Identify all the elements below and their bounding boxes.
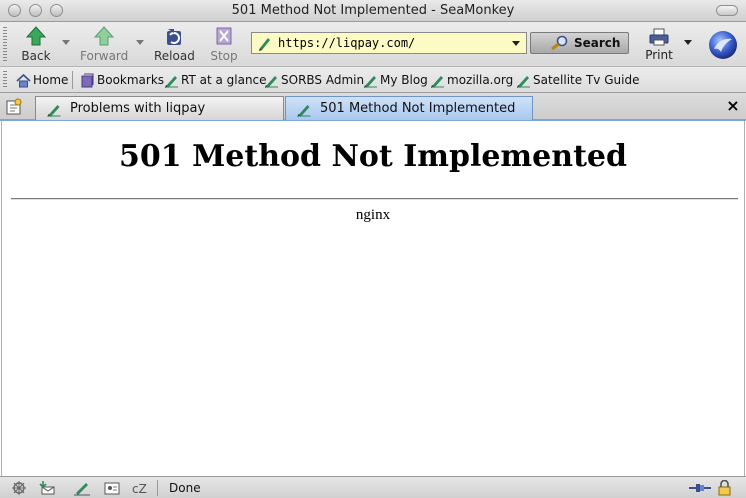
reload-button[interactable]: Reload	[154, 24, 195, 64]
bookmarks-icon	[81, 73, 94, 88]
stop-label: Stop	[210, 49, 238, 63]
bookmark-page-icon	[364, 76, 377, 88]
bookmark-sorbs-admin[interactable]: SORBS Admin	[264, 73, 364, 89]
print-button[interactable]: Print	[644, 27, 674, 62]
tab-bar: Problems with liqpay 501 Method Not Impl…	[0, 93, 746, 121]
tab-label: Problems with liqpay	[70, 101, 206, 116]
search-magnifier-icon	[551, 35, 568, 51]
url-history-dropdown-icon[interactable]	[509, 36, 523, 50]
bookmark-label: RT at a glance	[181, 73, 267, 87]
status-separator	[157, 480, 158, 496]
forward-arrow-icon	[93, 26, 115, 46]
bookmark-page-icon	[431, 76, 444, 88]
bookmark-mozilla-org[interactable]: mozilla.org	[430, 73, 514, 89]
search-button[interactable]: Search	[530, 32, 629, 54]
chatzilla-icon[interactable]: cZ	[131, 480, 149, 496]
tab-favicon-icon	[297, 105, 311, 117]
mail-icon[interactable]	[38, 480, 56, 496]
url-input[interactable]	[278, 35, 502, 51]
stop-button[interactable]: Stop	[206, 24, 242, 64]
bookmark-label: mozilla.org	[447, 73, 514, 87]
seamonkey-throbber-icon[interactable]	[708, 30, 738, 60]
reload-icon	[167, 29, 181, 45]
bookmark-rt-at-a-glance[interactable]: RT at a glance	[164, 73, 267, 89]
bookmark-page-icon	[517, 76, 530, 88]
online-connection-icon[interactable]	[688, 480, 712, 496]
back-button[interactable]: Back	[18, 24, 54, 64]
server-signature: nginx	[355, 207, 391, 223]
navigator-icon[interactable]	[10, 480, 28, 496]
window-titlebar: 501 Method Not Implemented - SeaMonkey	[0, 0, 746, 22]
svg-text:cZ: cZ	[132, 482, 147, 496]
new-tab-icon[interactable]	[5, 98, 23, 116]
bookmark-my-blog[interactable]: My Blog	[363, 73, 428, 89]
toolbar-grip[interactable]	[3, 27, 7, 63]
security-lock-icon[interactable]	[716, 480, 734, 496]
forward-history-dropdown[interactable]	[136, 40, 144, 45]
bookmark-label: My Blog	[380, 73, 428, 87]
tab-favicon-icon	[47, 105, 61, 117]
tab-label: 501 Method Not Implemented	[320, 101, 516, 116]
print-options-dropdown[interactable]	[684, 40, 692, 45]
back-arrow-icon	[25, 26, 47, 46]
search-label: Search	[574, 36, 621, 50]
tab-problems-with-liqpay[interactable]: Problems with liqpay	[35, 96, 284, 120]
bookmark-satellite-tv-guide[interactable]: Satellite Tv Guide	[516, 73, 639, 89]
bookmark-label: SORBS Admin	[281, 73, 365, 87]
forward-button[interactable]: Forward	[80, 24, 128, 64]
bookmark-label: Home	[33, 73, 69, 87]
bookmarks-toolbar: Home Bookmarks RT at a glance SORBS Admi…	[0, 67, 746, 93]
url-bar[interactable]	[251, 32, 527, 54]
address-book-icon[interactable]	[103, 480, 121, 496]
site-favicon-icon	[259, 38, 270, 51]
navigation-toolbar: Back Forward Reload Stop Search Print	[0, 22, 746, 67]
bookmark-label: Satellite Tv Guide	[533, 73, 640, 87]
stop-icon	[216, 27, 232, 45]
bookmark-bookmarks-menu[interactable]: Bookmarks	[80, 73, 164, 89]
print-label: Print	[645, 48, 673, 62]
back-label: Back	[21, 49, 51, 63]
status-bar: cZ Done	[0, 476, 746, 498]
window-title: 501 Method Not Implemented - SeaMonkey	[231, 3, 515, 18]
content-divider	[11, 198, 738, 200]
reload-label: Reload	[154, 49, 195, 63]
bookmark-home[interactable]: Home	[16, 73, 68, 89]
forward-label: Forward	[80, 49, 129, 63]
composer-icon[interactable]	[73, 480, 91, 496]
status-text: Done	[169, 481, 201, 495]
tab-501-method-not-implemented[interactable]: 501 Method Not Implemented	[285, 96, 533, 120]
bookmarks-grip[interactable]	[3, 71, 7, 89]
printer-icon	[649, 28, 669, 46]
home-icon	[16, 73, 31, 88]
toolbar-toggle-button[interactable]	[716, 5, 738, 16]
bookmark-label: Bookmarks	[97, 73, 165, 87]
close-tab-icon[interactable]: ×	[726, 98, 740, 114]
back-history-dropdown[interactable]	[62, 40, 70, 45]
page-heading: 501 Method Not Implemented	[119, 139, 627, 174]
bookmarks-separator	[72, 71, 73, 89]
bookmark-page-icon	[265, 76, 278, 88]
page-content: 501 Method Not Implemented nginx	[1, 121, 745, 476]
bookmark-page-icon	[165, 76, 178, 88]
